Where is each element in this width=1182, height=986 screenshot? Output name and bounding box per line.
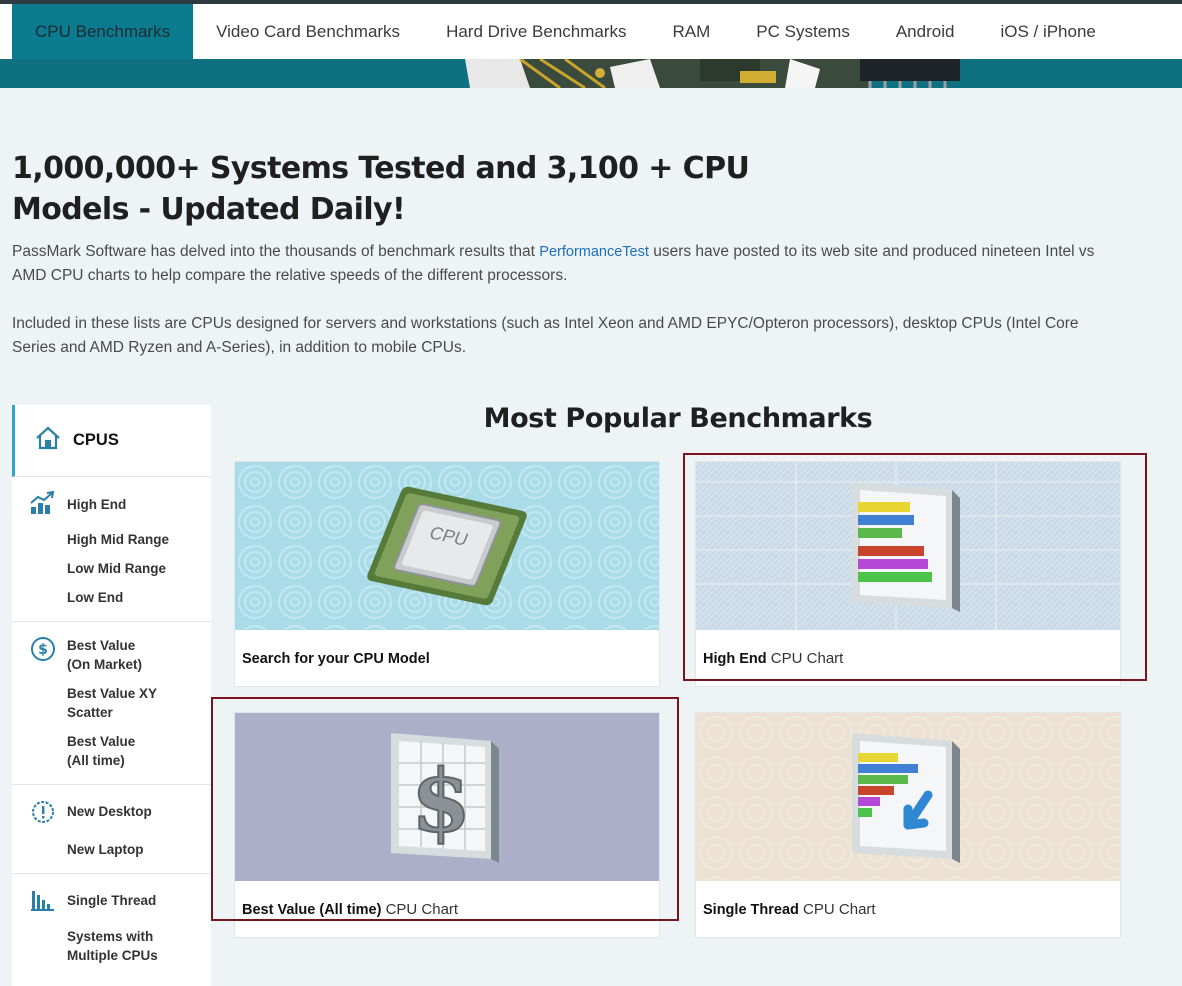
nav-ram[interactable]: RAM — [650, 4, 734, 59]
high-end-chart-image — [696, 462, 1120, 630]
nav-hard-drive-benchmarks[interactable]: Hard Drive Benchmarks — [423, 4, 649, 59]
sidebar-item-new-desktop[interactable]: New Desktop — [67, 802, 152, 821]
card-single-thread-label: Single Thread CPU Chart — [703, 901, 876, 918]
sidebar-item-best-value-all-time[interactable]: Best Value (All time) — [67, 732, 211, 770]
nav-cpu-benchmarks[interactable]: CPU Benchmarks — [12, 4, 194, 59]
dollar-icon: $ — [30, 636, 58, 667]
nav-video-card-benchmarks[interactable]: Video Card Benchmarks — [193, 4, 423, 59]
nav-pc-systems[interactable]: PC Systems — [733, 4, 873, 59]
sidebar-group-high-end: High End High Mid Range Low Mid Range Lo… — [12, 477, 211, 622]
intro-paragraph-2: Included in these lists are CPUs designe… — [12, 315, 1079, 356]
sidebar-title: CPUS — [12, 405, 211, 477]
card-search-label: Search for your CPU Model — [242, 651, 430, 667]
card-single-thread[interactable]: Single Thread CPU Chart — [695, 712, 1121, 938]
sidebar-item-high-end[interactable]: High End — [67, 495, 126, 514]
sidebar-item-low-mid-range[interactable]: Low Mid Range — [67, 559, 211, 578]
cpu-chip-image: CPU — [235, 462, 659, 630]
svg-text:$: $ — [38, 642, 48, 658]
sidebar-item-best-value-on-market[interactable]: Best Value (On Market) — [67, 636, 142, 674]
home-icon — [35, 426, 61, 455]
sidebar-item-best-value-xy-scatter[interactable]: Best Value XY Scatter — [67, 684, 211, 722]
best-value-chart-image: $ — [235, 713, 659, 881]
sidebar-item-new-laptop[interactable]: New Laptop — [67, 840, 211, 859]
alert-icon — [30, 799, 58, 830]
sidebar-item-high-mid-range[interactable]: High Mid Range — [67, 530, 211, 549]
sidebar-group-new: New Desktop New Laptop — [12, 785, 211, 874]
cpu-sidebar: CPUS High End High Mid Range Low Mid Ran… — [12, 405, 211, 986]
intro-text: PassMark Software has delved into the th… — [12, 240, 1112, 384]
page-headline: 1,000,000+ Systems Tested and 3,100 + CP… — [12, 151, 750, 227]
svg-text:$: $ — [411, 751, 471, 852]
nav-android[interactable]: Android — [873, 4, 978, 59]
nav-ios-iphone[interactable]: iOS / iPhone — [977, 4, 1118, 59]
card-high-end[interactable]: High End CPU Chart — [695, 461, 1121, 687]
card-best-value-all-time[interactable]: $ Best Value (All time) CPU Chart — [234, 712, 660, 938]
intro-paragraph-1: PassMark Software has delved into the th… — [12, 243, 1095, 284]
card-high-end-label: High End CPU Chart — [703, 650, 844, 667]
sidebar-item-systems-multiple-cpus[interactable]: Systems with Multiple CPUs — [67, 927, 211, 965]
sidebar-group-best-value: $ Best Value (On Market) Best Value XY S… — [12, 622, 211, 785]
header-banner-image — [0, 59, 1182, 88]
bar-chart-icon — [30, 888, 58, 917]
performancetest-link[interactable]: PerformanceTest — [539, 244, 649, 260]
top-nav: CPU Benchmarks Video Card Benchmarks Har… — [0, 4, 1182, 59]
sidebar-item-single-thread[interactable]: Single Thread — [67, 891, 156, 910]
section-title: Most Popular Benchmarks — [483, 403, 873, 434]
sidebar-group-single-thread: Single Thread Systems with Multiple CPUs — [12, 874, 211, 979]
card-best-value-label: Best Value (All time) CPU Chart — [242, 901, 459, 918]
single-thread-chart-image — [696, 713, 1120, 881]
sidebar-item-low-end[interactable]: Low End — [67, 588, 211, 607]
card-search-cpu[interactable]: CPU Search for your CPU Model — [234, 461, 660, 687]
trend-chart-icon — [30, 490, 58, 520]
